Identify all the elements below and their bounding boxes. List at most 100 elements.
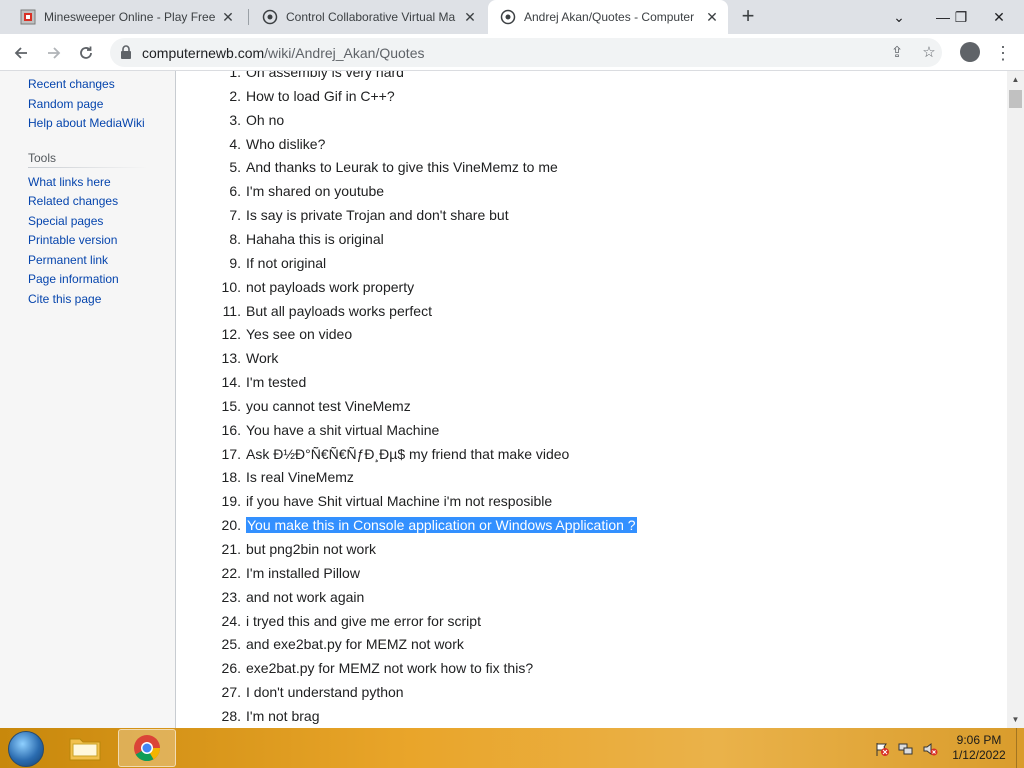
network-icon[interactable]	[898, 741, 914, 757]
sidebar-link-printable-version[interactable]: Printable version	[28, 233, 117, 247]
lock-icon	[121, 45, 131, 59]
sidebar-link-related-changes[interactable]: Related changes	[28, 194, 118, 208]
tab-search-chevron-icon[interactable]: ⌄	[884, 0, 914, 34]
quote-text: exe2bat.py for MEMZ not work how to fix …	[246, 660, 534, 677]
profile-avatar-icon[interactable]	[960, 42, 980, 62]
list-item: 28. I'm not brag	[176, 708, 976, 728]
list-item: 25. and exe2bat.py for MEMZ not work	[176, 636, 976, 656]
list-item: 1. On assembly is very hard	[176, 71, 976, 84]
quote-text: Work	[246, 350, 279, 367]
list-item: 14. I'm tested	[176, 374, 976, 394]
quote-text: Is say is private Trojan and don't share…	[246, 207, 509, 224]
list-item: 26. exe2bat.py for MEMZ not work how to f…	[176, 660, 976, 680]
list-item-number: 15.	[221, 397, 241, 414]
list-item: 7. Is say is private Trojan and don't sha…	[176, 207, 976, 227]
list-item: 15. you cannot test VineMemz	[176, 398, 976, 418]
sidebar-link-page-information[interactable]: Page information	[28, 272, 119, 286]
sidebar-link-help[interactable]: Help about MediaWiki	[28, 116, 145, 130]
back-button[interactable]	[7, 39, 35, 67]
list-item: 10. not payloads work property	[176, 279, 976, 299]
chrome-icon	[134, 735, 161, 762]
list-item-number: 16.	[221, 421, 241, 438]
close-icon[interactable]: ✕	[704, 9, 720, 25]
list-item-number: 26.	[221, 660, 241, 677]
quotes-list: 1. On assembly is very hard 2. How to load …	[176, 71, 1007, 728]
taskbar-explorer[interactable]	[56, 729, 114, 767]
list-item: 11. But all payloads works perfect	[176, 303, 976, 323]
list-item: 8. Hahaha this is original	[176, 231, 976, 251]
system-clock[interactable]: 9:06 PM 1/12/2022	[944, 733, 1014, 763]
tools-heading: Tools	[28, 151, 57, 165]
list-item-number: 2.	[229, 87, 241, 104]
action-center-flag-icon[interactable]	[874, 741, 890, 757]
quote-text: you cannot test VineMemz	[246, 397, 411, 414]
forward-button[interactable]	[40, 39, 68, 67]
list-item-number: 11.	[222, 302, 241, 319]
new-tab-button[interactable]: +	[737, 5, 759, 28]
list-item-number: 21.	[221, 541, 241, 557]
quote-text: but png2bin not work	[246, 541, 376, 557]
sidebar-link-what-links-here[interactable]: What links here	[28, 175, 111, 189]
tab-minesweeper[interactable]: Minesweeper Online - Play Free ✕	[8, 0, 244, 34]
forward-arrow-icon	[48, 47, 61, 59]
url-host: computernewb.com	[142, 45, 265, 61]
quote-text: I'm not brag	[246, 707, 320, 724]
address-bar[interactable]: computernewb.com/wiki/Andrej_Akan/Quotes…	[110, 38, 942, 67]
url-path: /wiki/Andrej_Akan/Quotes	[264, 45, 425, 61]
list-item: 21. but png2bin not work	[176, 541, 976, 561]
browser-toolbar: computernewb.com/wiki/Andrej_Akan/Quotes…	[0, 34, 1024, 71]
scroll-up-arrow-icon[interactable]: ▲	[1007, 71, 1024, 88]
quote-text: Ask Ð½Ð°Ñ€Ñ€ÑƒÐ¸Ðµ$ my friend that make …	[246, 445, 570, 462]
folder-icon	[69, 738, 101, 761]
volume-muted-icon[interactable]	[922, 741, 938, 757]
list-item-number: 6.	[229, 183, 241, 200]
quote-text: You have a shit virtual Machine	[246, 421, 440, 438]
quote-text: I'm tested	[246, 374, 307, 391]
list-item-number: 23.	[221, 588, 241, 605]
sidebar-link-permanent-link[interactable]: Permanent link	[28, 253, 108, 267]
close-icon[interactable]: ✕	[462, 9, 478, 25]
tab-strip: Minesweeper Online - Play Free ✕ Control…	[0, 0, 1024, 34]
list-item: 20. You make this in Console application …	[176, 517, 976, 537]
sidebar-link-random-page[interactable]: Random page	[28, 97, 103, 111]
list-item-number: 9.	[229, 254, 241, 271]
quote-text: I'm shared on youtube	[246, 183, 385, 200]
sidebar-link-special-pages[interactable]: Special pages	[28, 214, 103, 228]
quote-text: not payloads work property	[246, 278, 415, 295]
close-window-button[interactable]: ✕	[984, 0, 1014, 34]
list-item: 9. If not original	[176, 255, 976, 275]
sidebar-link-recent-changes[interactable]: Recent changes	[28, 77, 115, 91]
scrollbar-thumb[interactable]	[1009, 90, 1022, 108]
start-button[interactable]	[8, 731, 44, 767]
clock-date: 1/12/2022	[952, 748, 1006, 762]
more-menu-icon[interactable]: ⋮	[994, 39, 1012, 67]
quote-text: But all payloads works perfect	[246, 302, 432, 319]
taskbar-chrome[interactable]	[118, 729, 176, 767]
list-item-number: 1.	[229, 71, 241, 80]
close-icon[interactable]: ✕	[220, 9, 236, 25]
reload-button[interactable]	[72, 39, 100, 67]
quote-text: and exe2bat.py for MEMZ not work	[246, 636, 464, 653]
list-item-number: 10.	[221, 278, 241, 295]
wiki-icon	[500, 9, 516, 25]
scroll-down-arrow-icon[interactable]: ▼	[1007, 711, 1024, 728]
show-desktop-button[interactable]	[1016, 728, 1024, 768]
tab-andrej-akan-quotes[interactable]: Andrej Akan/Quotes - Computer ✕	[488, 0, 728, 34]
page-scrollbar[interactable]: ▲ ▼	[1007, 71, 1024, 728]
list-item: 12. Yes see on video	[176, 326, 976, 346]
restore-button[interactable]: ❐	[946, 0, 976, 34]
list-item: 23. and not work again	[176, 589, 976, 609]
clock-time: 9:06 PM	[956, 733, 1002, 747]
list-item-number: 24.	[221, 612, 241, 629]
tab-collabvm[interactable]: Control Collaborative Virtual Ma ✕	[250, 0, 486, 34]
sidebar-link-cite-this-page[interactable]: Cite this page	[28, 292, 101, 306]
bookmark-star-icon[interactable]: ☆	[920, 44, 938, 62]
share-icon[interactable]: ⇪	[888, 44, 906, 62]
divider	[28, 167, 148, 168]
list-item: 19. if you have Shit virtual Machine i'm …	[176, 493, 976, 513]
windows-taskbar: 9:06 PM 1/12/2022	[0, 728, 1024, 768]
list-item-number: 14.	[221, 374, 241, 391]
list-item-number: 27.	[221, 684, 241, 701]
list-item: 4. Who dislike?	[176, 136, 976, 156]
quote-text: How to load Gif in C++?	[246, 87, 395, 104]
